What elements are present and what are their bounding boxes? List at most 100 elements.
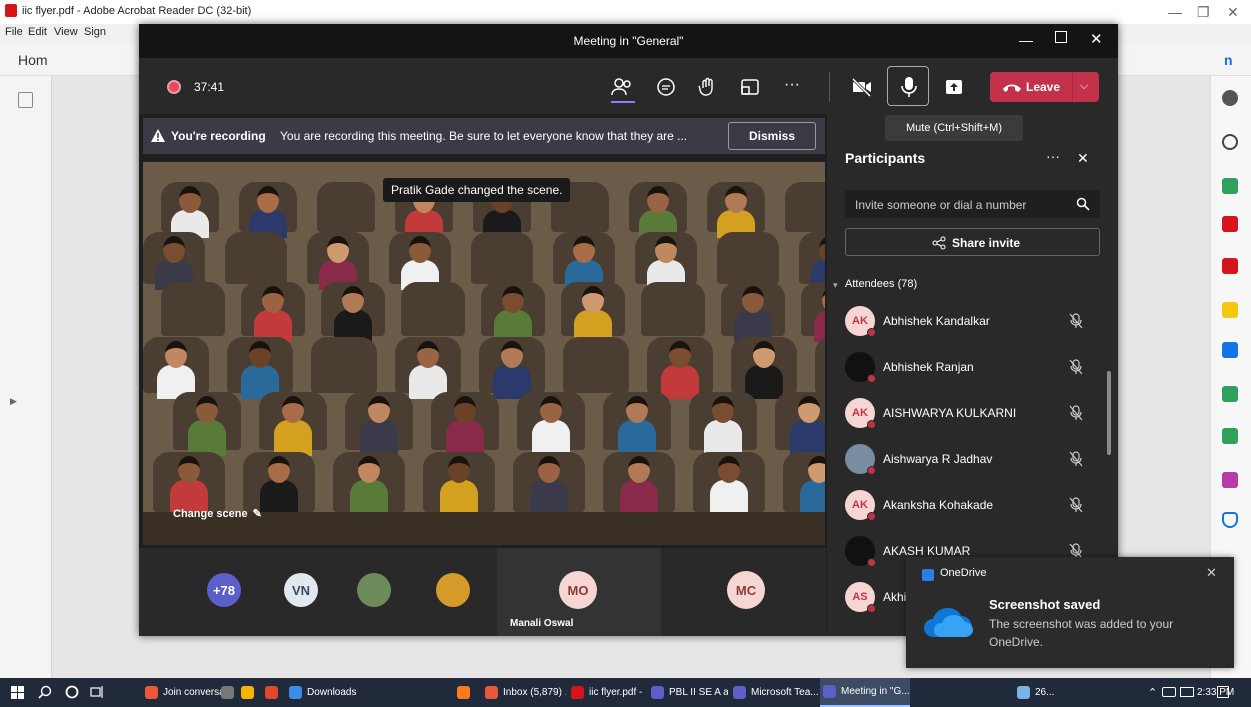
comment-icon[interactable]: [1222, 302, 1238, 318]
restore-icon[interactable]: ❐: [1197, 4, 1210, 21]
tab-home[interactable]: Hom: [18, 52, 48, 68]
share-people-icon[interactable]: [1222, 90, 1238, 106]
export-pdf-icon[interactable]: [1222, 178, 1238, 194]
attendees-header[interactable]: Attendees (78): [845, 278, 917, 290]
taskbar-item[interactable]: iic flyer.pdf - ...: [568, 678, 646, 707]
mic-muted-icon[interactable]: [1069, 359, 1083, 375]
strip-avatar[interactable]: MC: [727, 571, 765, 609]
leave-button[interactable]: Leave ⌵: [990, 72, 1099, 102]
minimize-icon[interactable]: —: [1019, 32, 1033, 48]
participant-row[interactable]: Aishwarya R Jadhav: [827, 436, 1118, 482]
fill-sign-icon[interactable]: [1222, 472, 1238, 488]
participant-row[interactable]: Abhishek Ranjan: [827, 344, 1118, 390]
collapse-icon[interactable]: ▾: [833, 280, 838, 291]
mic-muted-icon[interactable]: [1069, 313, 1083, 329]
volume-icon[interactable]: [1180, 687, 1194, 697]
taskbar-item[interactable]: [238, 678, 256, 707]
attendee-face: [342, 286, 364, 313]
edit-pdf-icon[interactable]: [1222, 342, 1238, 358]
mic-muted-icon[interactable]: [1069, 451, 1083, 467]
participants-icon[interactable]: [611, 76, 633, 98]
minimize-icon[interactable]: —: [1168, 4, 1182, 20]
attendee-face: [179, 186, 201, 213]
attendee-video-tile: [790, 420, 825, 456]
maximize-icon[interactable]: [1055, 31, 1067, 43]
strip-avatar[interactable]: MO: [559, 571, 597, 609]
participant-name: AKASH KUMAR: [883, 544, 971, 558]
auditorium-seat: [641, 282, 705, 336]
change-scene-button[interactable]: Change scene ✎: [173, 507, 262, 521]
attendee-face: [582, 286, 604, 313]
taskbar-item[interactable]: Microsoft Tea...: [730, 678, 818, 707]
taskbar-item[interactable]: Inbox (5,879) ...: [482, 678, 566, 707]
attendee-face: [165, 341, 187, 368]
taskbar-app-icon: [289, 686, 302, 699]
strip-avatar[interactable]: [357, 573, 391, 607]
taskbar-item[interactable]: [262, 678, 280, 707]
tray-chevron-icon[interactable]: ⌃: [1148, 686, 1157, 699]
participant-row[interactable]: AK Abhishek Kandalkar: [827, 298, 1118, 344]
presence-dot: [867, 420, 876, 429]
toast-close-icon[interactable]: ✕: [1206, 565, 1217, 581]
share-screen-icon[interactable]: [943, 76, 965, 98]
chat-icon[interactable]: [655, 76, 677, 98]
taskbar-item-label: Inbox (5,879) ...: [503, 687, 566, 698]
participant-name: Akhi: [883, 590, 907, 604]
taskbar-app-icon: [265, 686, 278, 699]
save-icon[interactable]: [18, 92, 33, 108]
cortana-icon[interactable]: [65, 685, 79, 699]
search-icon[interactable]: [1076, 197, 1090, 211]
mic-button[interactable]: [887, 66, 929, 106]
network-icon[interactable]: [1162, 687, 1176, 697]
chevron-down-icon[interactable]: ⌵: [1080, 80, 1088, 93]
dismiss-button[interactable]: Dismiss: [728, 122, 816, 150]
menu-edit[interactable]: Edit: [28, 26, 47, 38]
taskbar-item[interactable]: Meeting in "G...: [820, 678, 910, 707]
camera-off-icon[interactable]: [851, 76, 873, 98]
search-icon[interactable]: [38, 685, 52, 699]
convert-icon[interactable]: [1222, 428, 1238, 444]
strip-avatar[interactable]: VN: [284, 573, 318, 607]
panel-scrollbar[interactable]: [1107, 371, 1111, 455]
zoom-icon[interactable]: [1222, 134, 1238, 150]
task-view-icon[interactable]: [90, 685, 104, 699]
mic-muted-icon[interactable]: [1069, 497, 1083, 513]
taskbar-item[interactable]: [218, 678, 236, 707]
invite-search-field[interactable]: Invite someone or dial a number: [845, 190, 1100, 218]
onedrive-notification[interactable]: OneDrive ✕ Screenshot saved The screensh…: [906, 557, 1234, 668]
create-pdf-icon[interactable]: [1222, 258, 1238, 274]
more-options-icon[interactable]: ···: [781, 76, 803, 98]
auditorium-seat: [225, 232, 287, 284]
raise-hand-icon[interactable]: [697, 76, 719, 98]
menu-file[interactable]: File: [5, 26, 23, 38]
strip-avatar[interactable]: +78: [207, 573, 241, 607]
share-invite-button[interactable]: Share invite: [845, 228, 1100, 256]
rooms-icon[interactable]: [739, 76, 761, 98]
auditorium-seat: [161, 282, 225, 336]
close-icon[interactable]: ✕: [1090, 30, 1103, 48]
windows-start-icon[interactable]: [11, 686, 24, 699]
menu-sign[interactable]: Sign: [84, 26, 106, 38]
notification-center-icon[interactable]: [1217, 686, 1229, 698]
taskbar-item[interactable]: PBL II SE A an...: [648, 678, 728, 707]
panel-close-icon[interactable]: ✕: [1077, 150, 1089, 167]
mic-muted-icon[interactable]: [1069, 405, 1083, 421]
close-icon[interactable]: ✕: [1227, 4, 1239, 21]
strip-avatar[interactable]: [436, 573, 470, 607]
tab-fragment[interactable]: n: [1224, 52, 1233, 68]
protect-icon[interactable]: [1222, 512, 1238, 528]
menu-view[interactable]: View: [54, 26, 78, 38]
taskbar-item-label: Downloads: [307, 687, 357, 698]
taskbar-item[interactable]: [454, 678, 476, 707]
taskbar-item[interactable]: Downloads: [286, 678, 396, 707]
auditorium-seat: [471, 232, 533, 284]
taskbar-item[interactable]: 26...: [1014, 678, 1074, 707]
expand-icon[interactable]: ▶: [10, 396, 17, 407]
participant-row[interactable]: AK Akanksha Kohakade: [827, 482, 1118, 528]
tile-name: Manali Oswal: [510, 618, 574, 629]
panel-more-icon[interactable]: ···: [1046, 148, 1060, 164]
compress-icon[interactable]: [1222, 386, 1238, 402]
attendee-video-tile: [188, 420, 226, 456]
participant-row[interactable]: AK AISHWARYA KULKARNI: [827, 390, 1118, 436]
organize-icon[interactable]: [1222, 216, 1238, 232]
